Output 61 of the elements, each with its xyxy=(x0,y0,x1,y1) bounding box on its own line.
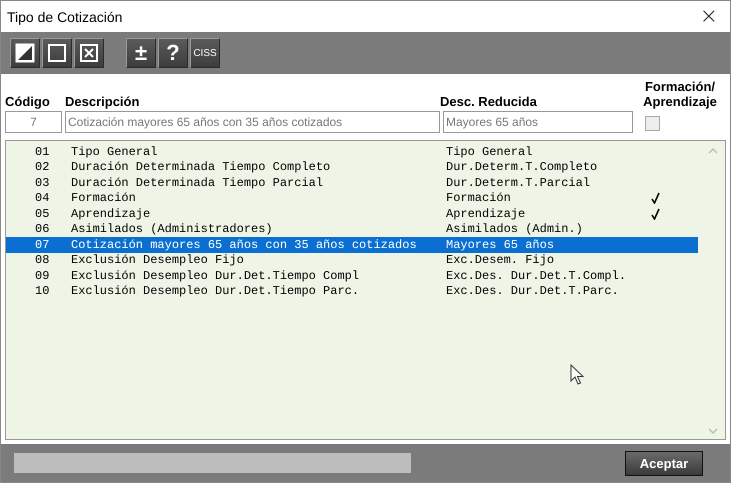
list-row[interactable]: 09 Exclusión Desempleo Dur.Det.Tiempo Compl Exc.Des. Dur.Det.T.Compl. xyxy=(6,268,698,284)
code-cell-text: 09 xyxy=(34,268,50,283)
toolbar-button[interactable]: ? xyxy=(158,38,188,68)
list-row[interactable]: 08 Exclusión Desempleo Fijo Exc.Desem. Fijo xyxy=(6,252,698,268)
toolbar-button[interactable] xyxy=(74,38,104,68)
short-description-cell-text: Dur.Determ.T.Completo xyxy=(446,160,598,174)
toolbar-button[interactable] xyxy=(42,38,72,68)
description-cell-text: Exclusión Desempleo Dur.Det.Tiempo Compl xyxy=(71,268,360,283)
column-header: Desc. Reducida xyxy=(440,94,538,109)
list-row[interactable]: 02 Duración Determinada Tiempo Completo Dur.Determ.T.Completo xyxy=(6,160,698,175)
toolbar-button[interactable]: CISS xyxy=(190,38,220,68)
mouse-cursor-icon xyxy=(570,364,584,385)
code-cell-text: 07 xyxy=(34,238,50,252)
x-box-icon xyxy=(79,43,99,63)
list-row[interactable]: 10 Exclusión Desempleo Dur.Det.Tiempo Parc. Exc.Des. Dur.Det.T.Parc. xyxy=(6,284,698,299)
description-cell-text: Aprendizaje xyxy=(71,206,152,221)
short-description-cell-text: Exc.Des. Dur.Det.T.Compl. xyxy=(446,268,628,283)
checkbox[interactable] xyxy=(645,116,660,131)
list-row[interactable]: 04 Formación Formación xyxy=(6,190,698,206)
description-cell-text: Duración Determinada Tiempo Completo xyxy=(71,160,332,174)
list-row[interactable]: 07 Cotización mayores 65 años con 35 años cotizados Mayores 65 años xyxy=(6,237,698,252)
description-cell-text: Cotización mayores 65 años con 35 años cotizados xyxy=(71,238,418,252)
description-cell-text: Exclusión Desempleo Dur.Det.Tiempo Parc. xyxy=(71,284,360,298)
short-description-cell-text: Exc.Des. Dur.Det.T.Parc. xyxy=(446,284,620,298)
description-cell-text: Formación xyxy=(71,191,137,206)
description-cell-text: Tipo General xyxy=(71,144,158,159)
square-icon xyxy=(47,43,67,63)
short-description-cell-text: Formación xyxy=(446,191,512,206)
toolbar-button[interactable] xyxy=(10,38,40,68)
description-cell-text: Exclusión Desempleo Fijo xyxy=(71,253,245,268)
half-filled-square-icon xyxy=(15,43,35,63)
code-cell-text: 05 xyxy=(34,206,50,221)
description-cell-text: Duración Determinada Tiempo Parcial xyxy=(71,176,324,190)
code-cell-text: 03 xyxy=(34,176,50,190)
short-description-cell-text: Asimilados (Admin.) xyxy=(446,222,584,236)
description-cell-text: Asimilados (Administradores) xyxy=(71,222,274,236)
toolbar-button[interactable]: ± xyxy=(126,38,156,68)
short-description-cell-text: Mayores 65 años xyxy=(446,238,556,252)
list-row[interactable]: 03 Duración Determinada Tiempo Parcial Dur.Determ.T.Parcial xyxy=(6,175,698,190)
code-cell-text: 10 xyxy=(34,284,50,298)
code-cell-text: 01 xyxy=(34,144,50,159)
list-row[interactable]: 01 Tipo General Tipo General xyxy=(6,144,698,160)
accept-button[interactable]: Aceptar xyxy=(625,450,703,476)
column-header: Código xyxy=(5,94,51,109)
column-header: Descripción xyxy=(65,94,140,109)
window-title: Tipo de Cotización xyxy=(7,8,122,24)
code-cell-text: 08 xyxy=(34,253,50,268)
short-description-cell-text: Tipo General xyxy=(446,144,534,159)
code-field[interactable]: 7 xyxy=(5,111,62,133)
list-row[interactable]: 05 Aprendizaje Aprendizaje xyxy=(6,206,698,222)
short-description-cell-text: Dur.Determ.T.Parcial xyxy=(446,176,592,190)
list-row[interactable]: 06 Asimilados (Administradores) Asimilados (Admin.) xyxy=(6,222,698,237)
code-cell-text: 04 xyxy=(34,191,50,206)
column-header: Formación/ Aprendizaje xyxy=(642,79,718,109)
code-cell-text: 02 xyxy=(34,160,50,174)
short-description-field[interactable]: Mayores 65 años xyxy=(443,111,633,133)
short-description-cell-text: Exc.Desem. Fijo xyxy=(446,253,556,268)
close-button[interactable]: × xyxy=(696,6,722,28)
code-cell-text: 06 xyxy=(34,222,50,236)
description-field[interactable]: Cotización mayores 65 años con 35 años cotizados xyxy=(65,111,440,133)
short-description-cell-text: Aprendizaje xyxy=(446,206,526,221)
